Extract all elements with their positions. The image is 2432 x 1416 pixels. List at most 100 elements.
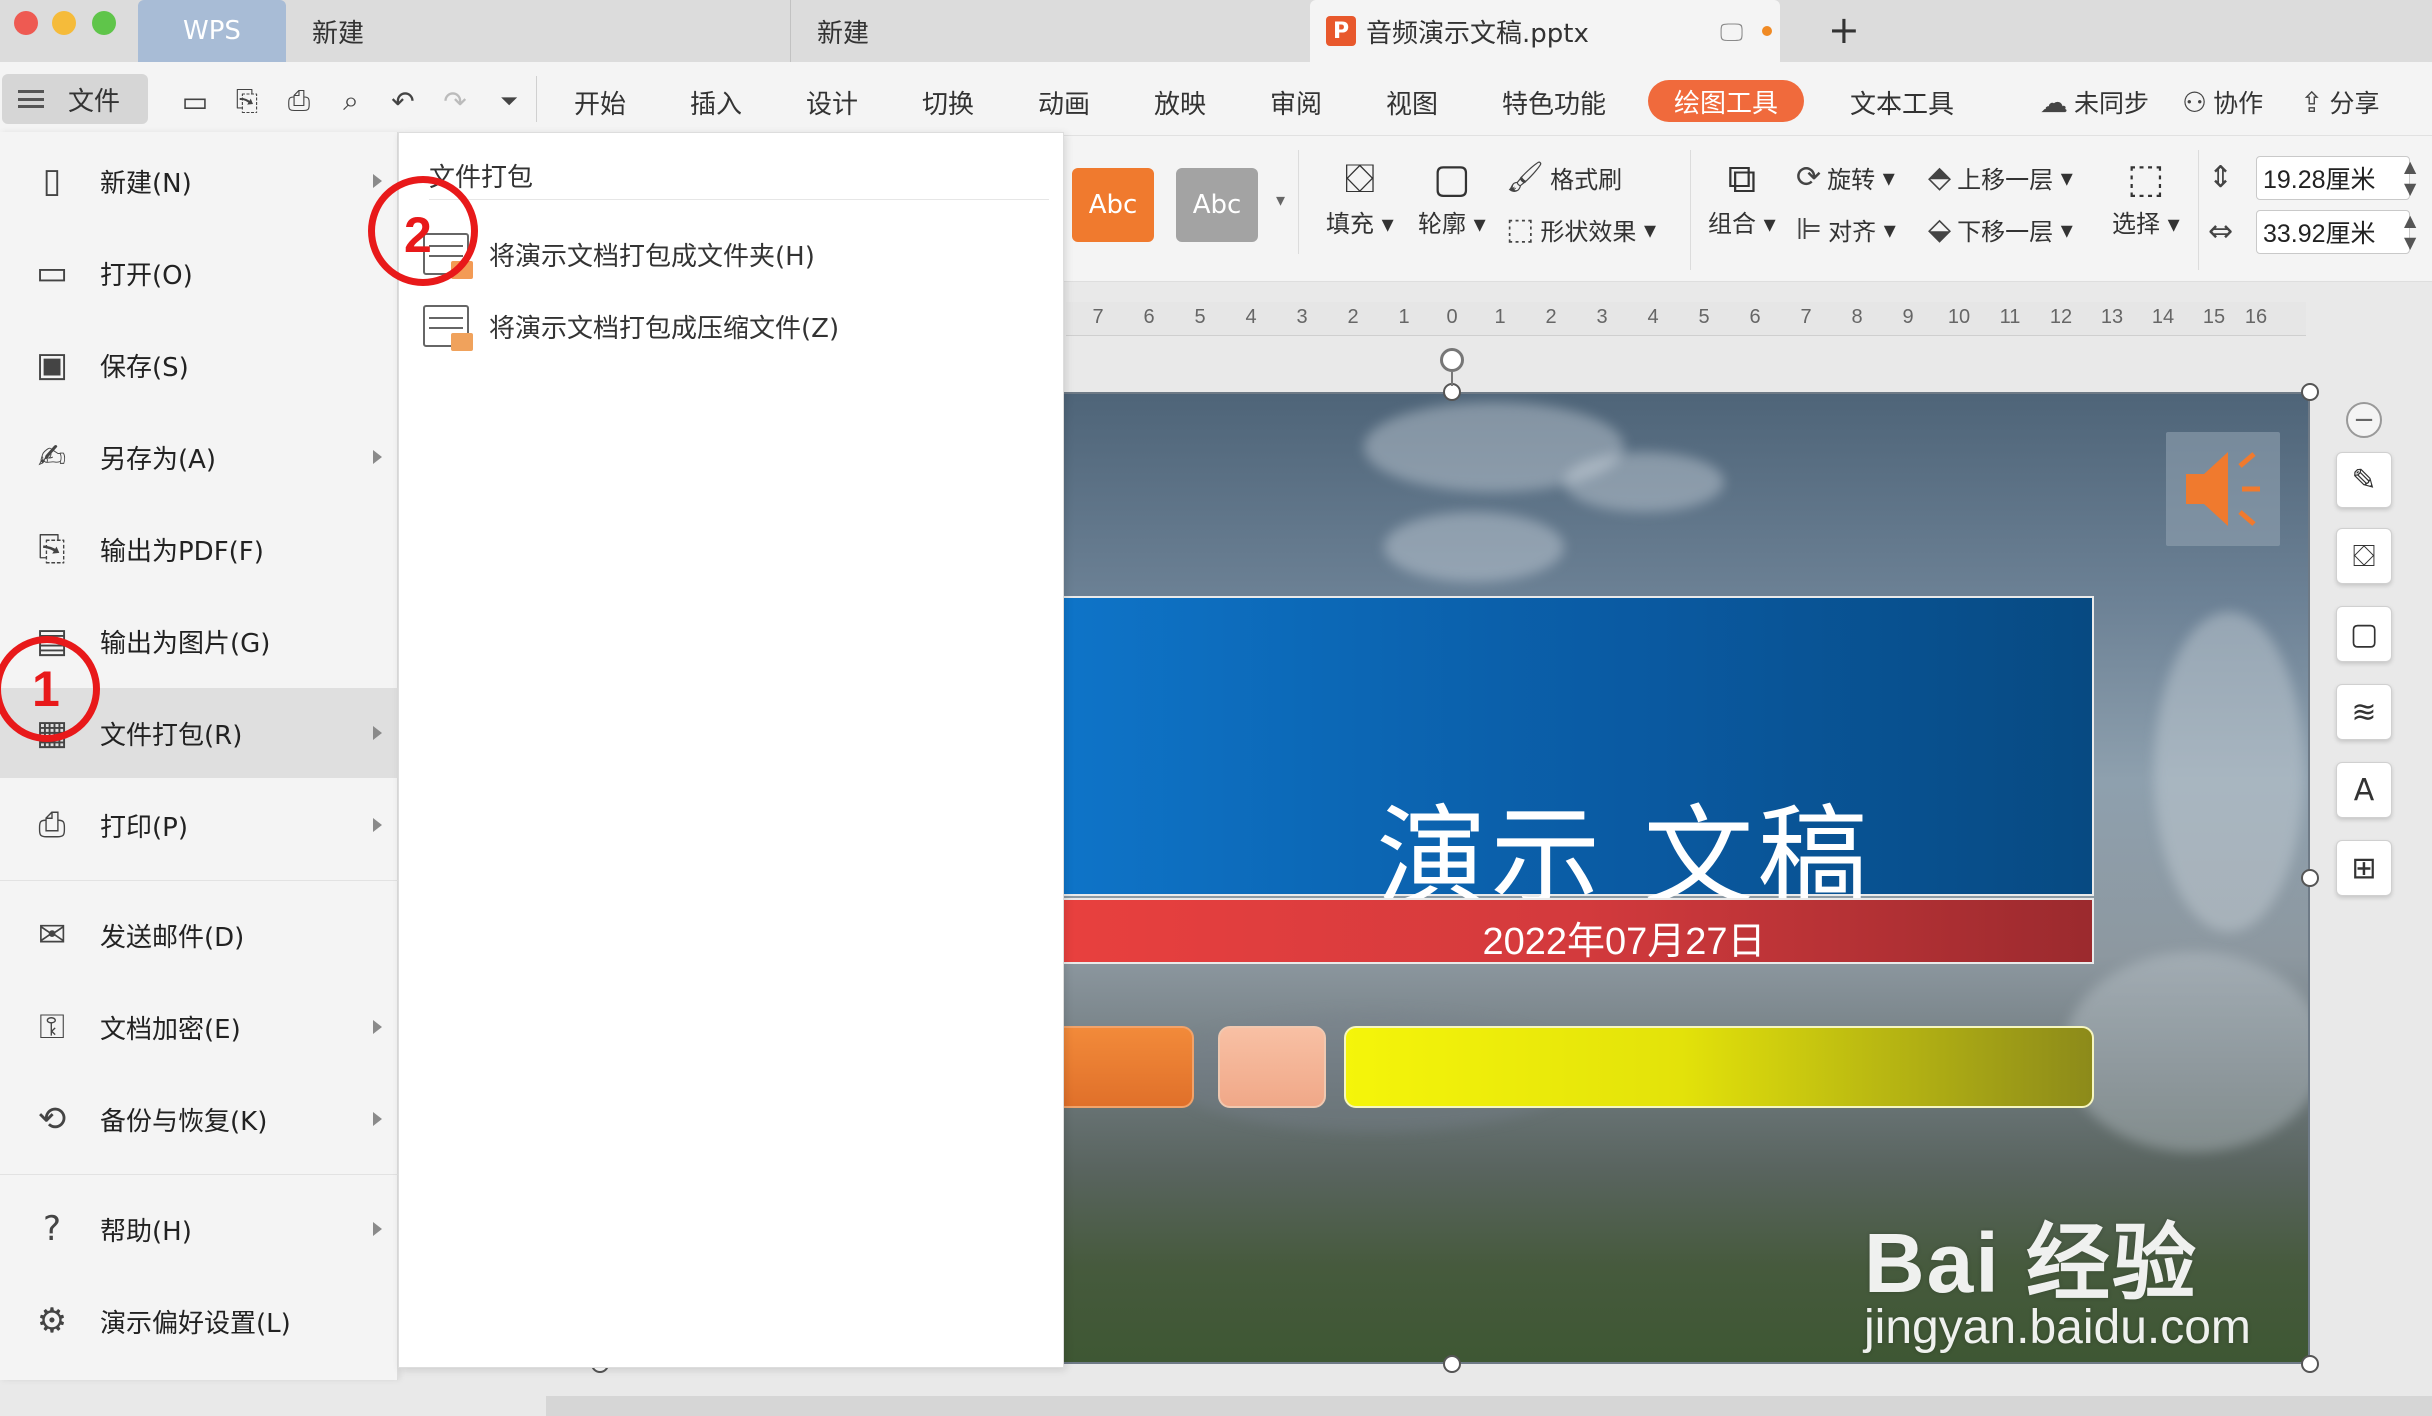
rotate-handle-icon[interactable]: [1440, 348, 1464, 372]
peach-rounded-shape[interactable]: [1218, 1026, 1326, 1108]
resize-handle-right[interactable]: [2301, 869, 2319, 887]
fill-button[interactable]: ⛋ 填充 ▾: [1326, 156, 1394, 239]
slide-date-box[interactable]: 2022年07月27日: [1064, 898, 2094, 964]
text-box-icon[interactable]: A: [2336, 762, 2392, 818]
file-menu-item-print[interactable]: ⎙ 打印(P): [0, 780, 398, 870]
file-menu-button[interactable]: 文件: [2, 74, 148, 124]
file-menu-item-save-as[interactable]: ✍ 另存为(A): [0, 412, 398, 502]
outline-button[interactable]: ▢ 轮廓 ▾: [1418, 156, 1486, 239]
tab-view[interactable]: 视图: [1386, 84, 1438, 121]
share-button[interactable]: ⇪ 分享: [2300, 84, 2379, 120]
ruler-tick: 3: [1296, 306, 1308, 328]
width-stepper[interactable]: ▲ ▼: [2404, 210, 2416, 254]
sync-status-button[interactable]: ☁ 未同步: [2040, 84, 2149, 120]
file-menu-item-backup[interactable]: ⟲ 备份与恢复(K): [0, 1074, 398, 1164]
tab-drawing-tools[interactable]: 绘图工具: [1648, 80, 1804, 122]
ruler-tick: 2: [1545, 306, 1557, 328]
layers-icon[interactable]: ≋: [2336, 684, 2392, 740]
tab-wps[interactable]: WPS: [138, 0, 286, 62]
shape-style-preset-gray[interactable]: Abc: [1176, 168, 1258, 242]
shape-effect-button[interactable]: ⬚ 形状效果 ▾: [1506, 212, 1656, 247]
save-as-icon: ✍: [37, 437, 67, 477]
shape-height-input[interactable]: 19.28厘米: [2256, 156, 2410, 200]
audio-speaker-icon[interactable]: [2166, 432, 2280, 546]
file-menu-item-encrypt[interactable]: ⚿ 文档加密(E): [0, 982, 398, 1072]
tab-design[interactable]: 设计: [806, 84, 858, 121]
chevron-right-icon: [373, 450, 382, 464]
outline-side-icon[interactable]: ▢: [2336, 606, 2392, 662]
ruler-tick: 8: [1851, 306, 1863, 328]
close-window-button[interactable]: [14, 11, 38, 35]
file-menu-item-preferences[interactable]: ⚙ 演示偏好设置(L): [0, 1276, 398, 1366]
tab-insert[interactable]: 插入: [690, 84, 742, 121]
chevron-right-icon: [373, 174, 382, 188]
tab-new-1[interactable]: 新建: [286, 0, 506, 62]
ruler-tick: 4: [1647, 306, 1659, 328]
canvas-scrollbar[interactable]: [546, 1396, 2432, 1416]
slide-title-box[interactable]: 演示 文稿: [1064, 596, 2094, 922]
zoom-window-button[interactable]: [92, 11, 116, 35]
file-menu-item-help[interactable]: ? 帮助(H): [0, 1184, 398, 1274]
style-gallery-more-icon[interactable]: ▾: [1276, 190, 1285, 211]
shape-width-input[interactable]: 33.92厘米: [2256, 210, 2410, 254]
tab-special-features[interactable]: 特色功能: [1502, 84, 1606, 121]
file-menu-item-export-pdf[interactable]: ⎘ 输出为PDF(F): [0, 504, 398, 594]
ruler-tick: 1: [1494, 306, 1506, 328]
resize-handle-bottom[interactable]: [1443, 1355, 1461, 1373]
resize-handle-bottom-right[interactable]: [2301, 1355, 2319, 1373]
height-stepper[interactable]: ▲ ▼: [2404, 156, 2416, 200]
file-menu-item-save[interactable]: ▣ 保存(S): [0, 320, 398, 410]
collapse-side-toolbar-icon[interactable]: −: [2346, 402, 2382, 438]
print-icon[interactable]: ⎙: [280, 82, 318, 120]
save-icon[interactable]: ▭: [176, 82, 214, 120]
unsaved-dot-icon: [1762, 26, 1772, 36]
package-to-zip-item[interactable]: 将演示文档打包成压缩文件(Z): [413, 291, 1053, 361]
file-menu-item-new[interactable]: ▯ 新建(N): [0, 136, 398, 226]
send-backward-button[interactable]: ⬙ 下移一层 ▾: [1928, 212, 2073, 247]
align-button[interactable]: ⊫ 对齐 ▾: [1796, 212, 1896, 247]
ruler-tick: 7: [1800, 306, 1812, 328]
tab-document[interactable]: P 音频演示文稿.pptx 🖵: [1310, 0, 1780, 62]
rotate-button[interactable]: ⟳ 旋转 ▾: [1796, 160, 1895, 195]
ruler-tick: 12: [2049, 306, 2073, 328]
ruler-tick: 11: [1999, 306, 2021, 328]
minimize-window-button[interactable]: [52, 11, 76, 35]
bring-forward-button[interactable]: ⬘ 上移一层 ▾: [1928, 160, 2073, 195]
yellow-rounded-shape[interactable]: [1344, 1026, 2094, 1108]
export-pdf-icon[interactable]: ⎘: [228, 82, 266, 120]
shape-style-preset-orange[interactable]: Abc: [1072, 168, 1154, 242]
fill-side-icon[interactable]: ⛋: [2336, 528, 2392, 584]
tab-text-tools[interactable]: 文本工具: [1850, 84, 1954, 121]
tab-home[interactable]: 开始: [574, 84, 626, 121]
tab-animation[interactable]: 动画: [1038, 84, 1090, 121]
ruler-tick: 10: [1947, 306, 1971, 328]
tab-transition[interactable]: 切换: [922, 84, 974, 121]
undo-icon[interactable]: ↶: [384, 82, 422, 120]
tab-slideshow[interactable]: 放映: [1154, 84, 1206, 121]
menu-divider: [0, 880, 398, 881]
orange-rounded-shape[interactable]: [1064, 1026, 1194, 1108]
format-painter-button[interactable]: 🖌 格式刷: [1506, 160, 1622, 195]
print-preview-icon[interactable]: ⌕: [332, 82, 370, 120]
file-menu-item-open[interactable]: ▭ 打开(O): [0, 228, 398, 318]
collaborate-button[interactable]: ⚇ 协作: [2182, 84, 2263, 120]
customize-toolbar-icon[interactable]: ⏷: [490, 82, 528, 120]
file-menu-item-send-mail[interactable]: ✉ 发送邮件(D): [0, 890, 398, 980]
package-to-folder-item[interactable]: 将演示文档打包成文件夹(H): [413, 219, 1053, 289]
fill-bucket-icon: ⛋: [1344, 156, 1376, 202]
monitor-icon[interactable]: 🖵: [1720, 18, 1743, 46]
new-tab-button[interactable]: +: [1828, 8, 1860, 52]
tab-review[interactable]: 审阅: [1270, 84, 1322, 121]
toolbar-divider: [536, 76, 537, 122]
ruler-tick: 15: [2202, 306, 2226, 328]
select-button[interactable]: ⬚ 选择 ▾: [2112, 156, 2180, 239]
redo-icon[interactable]: ↷: [436, 82, 474, 120]
tab-new-2[interactable]: 新建: [790, 0, 1310, 62]
group-button[interactable]: ⧉ 组合 ▾: [1708, 156, 1776, 239]
share-icon: ⇪: [2300, 85, 2324, 119]
pen-tool-icon[interactable]: ✎: [2336, 452, 2392, 508]
resize-handle-top-right[interactable]: [2301, 383, 2319, 401]
shape-gallery-icon[interactable]: ⊞: [2336, 840, 2392, 896]
hamburger-icon: [18, 90, 44, 108]
bring-forward-icon: ⬘: [1928, 160, 1952, 195]
